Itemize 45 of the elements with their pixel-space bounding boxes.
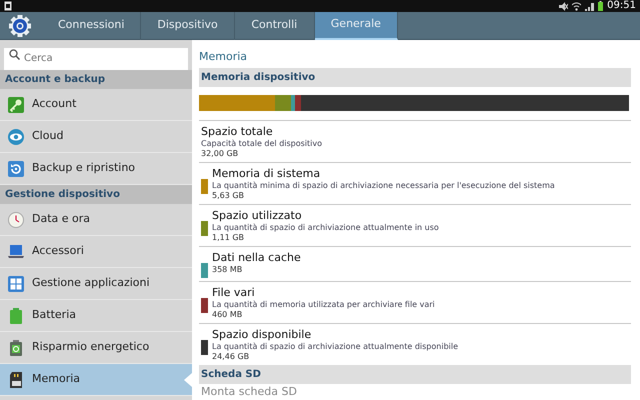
section-header: Account e backup: [0, 70, 192, 89]
item-title: Spazio totale: [201, 125, 274, 139]
battery-icon: [8, 308, 24, 324]
item-title: Spazio disponibile: [212, 328, 312, 342]
laptop-icon: [8, 244, 24, 260]
item-description: La quantità di memoria utilizzata per archiviare file vari: [212, 300, 435, 310]
signal-icon: [585, 2, 594, 10]
search-field[interactable]: Cerca: [4, 48, 188, 70]
pointer-icon: [184, 373, 192, 387]
item-title: File vari: [212, 286, 256, 300]
section-header: Gestione dispositivo: [0, 185, 192, 204]
section-header: Scheda SD: [199, 365, 631, 384]
key-icon: [8, 96, 24, 112]
sd-card-icon: [8, 372, 24, 388]
item-value: 358 MB: [212, 265, 244, 275]
sidebar-item[interactable]: Accessori: [0, 236, 192, 268]
item-title: Memoria di sistema: [212, 167, 322, 181]
sidebar-item[interactable]: Gestione applicazioni: [0, 268, 192, 300]
search-icon: [9, 49, 20, 60]
breadcrumb-title: Memoria: [199, 49, 248, 65]
clock-icon: [8, 212, 24, 228]
item-value: 1,11 GB: [212, 233, 246, 243]
item-value: 460 MB: [212, 310, 244, 320]
sidebar-item[interactable]: Memoria: [0, 364, 192, 396]
sidebar-item[interactable]: Account: [0, 89, 192, 121]
item-description: La quantità minima di spazio di archiviazione necessaria per l'esecuzione del sistema: [212, 181, 555, 191]
item-title: Spazio utilizzato: [212, 209, 303, 223]
restore-icon: [8, 160, 24, 176]
item-value: 32,00 GB: [201, 149, 240, 159]
item-value: 24,46 GB: [212, 352, 250, 362]
item-title: Monta scheda SD: [201, 385, 297, 399]
wifi-icon: [572, 2, 582, 10]
item-value: 5,63 GB: [212, 191, 246, 201]
item-description: Capacità totale del dispositivo: [201, 139, 322, 149]
section-header: Memoria dispositivo: [199, 68, 631, 87]
sidebar-item[interactable]: Batteria: [0, 300, 192, 332]
sidebar-item[interactable]: Data e ora: [0, 204, 192, 236]
grid-icon: [8, 276, 24, 292]
battery-icon: [598, 1, 604, 11]
item-description: La quantità di spazio di archiviazione attualmente in uso: [212, 223, 439, 233]
mute-icon: [558, 2, 568, 10]
sidebar-item[interactable]: Cloud: [0, 121, 192, 153]
item-description: La quantità di spazio di archiviazione attualmente disponibile: [212, 342, 458, 352]
status-time: 09:51: [607, 0, 636, 12]
item-title: Dati nella cache: [212, 251, 301, 265]
